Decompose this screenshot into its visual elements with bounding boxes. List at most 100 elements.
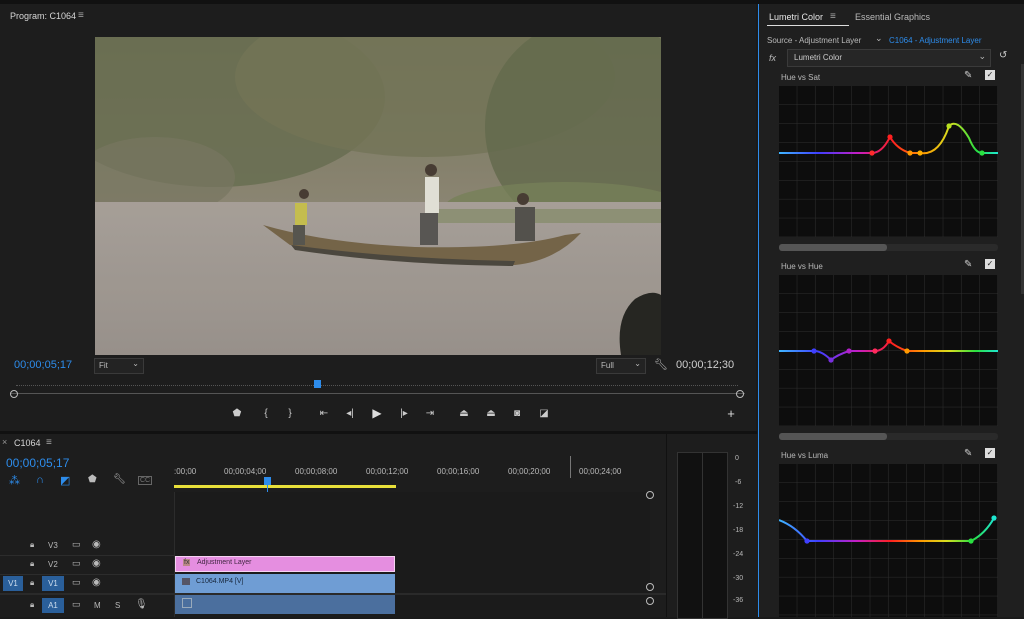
eyedropper-icon[interactable]: ✎ (964, 70, 972, 81)
eye-icon[interactable]: ◉ (92, 558, 101, 569)
lift-icon[interactable]: ⏏ (457, 406, 471, 420)
extract-icon[interactable]: ⏏ (484, 406, 498, 420)
video-clip[interactable]: C1064.MP4 [V] (175, 574, 395, 593)
enable-checkbox[interactable]: ✓ (985, 70, 995, 80)
step-back-icon[interactable]: ◂| (343, 406, 357, 420)
work-area-bar[interactable] (174, 485, 396, 488)
scroll-handle[interactable] (646, 491, 654, 499)
fx-badge-icon: fx (183, 559, 191, 566)
curve-title: Hue vs Hue (781, 262, 823, 271)
hue-vs-hue-graph[interactable] (779, 275, 998, 426)
timeline-tab-title[interactable]: C1064 (14, 438, 41, 448)
sync-lock-icon[interactable]: ▭ (72, 599, 81, 610)
hue-vs-sat-curve[interactable] (779, 86, 998, 237)
curve-scrollbar[interactable] (779, 433, 998, 440)
curve-scrollbar[interactable] (779, 244, 998, 251)
add-marker-icon[interactable]: ⬟ (88, 474, 97, 485)
adjustment-layer-clip[interactable]: fx Adjustment Layer (175, 556, 395, 572)
quality-label: Full (601, 361, 614, 370)
effect-dropdown[interactable]: Lumetri Color ⌄ (787, 49, 991, 67)
ruler-label: :00;00 (174, 467, 197, 476)
enable-checkbox[interactable]: ✓ (985, 259, 995, 269)
program-timecode[interactable]: 00;00;05;17 (14, 359, 72, 371)
playhead-marker[interactable] (314, 380, 321, 388)
program-monitor-panel: Program: C1064 ≡ 00;00;05;17 Fit ⌄ Full … (0, 0, 756, 431)
program-scrubber[interactable] (10, 380, 745, 400)
lumetri-panel: Lumetri Color ≡ Essential Graphics Sourc… (758, 4, 1024, 617)
go-to-in-icon[interactable]: ⇤ (317, 406, 331, 420)
close-icon[interactable]: × (2, 437, 7, 447)
play-icon[interactable]: ▶ (370, 405, 384, 421)
meter-scale-label: -6 (735, 479, 742, 486)
sync-lock-icon[interactable]: ▭ (72, 558, 81, 569)
clip-label: C1064.MP4 [V] (196, 578, 244, 585)
enable-checkbox[interactable]: ✓ (985, 448, 995, 458)
step-forward-icon[interactable]: |▸ (397, 406, 411, 420)
wrench-icon[interactable]: 🔧︎ (113, 474, 126, 485)
hue-vs-hue-curve[interactable] (779, 275, 998, 426)
timeline-timecode[interactable]: 00;00;05;17 (6, 456, 69, 470)
comparison-view-icon[interactable]: ◪ (537, 406, 551, 420)
mark-out-icon[interactable]: } (283, 406, 297, 420)
lock-icon[interactable]: 🔒︎ (30, 540, 34, 550)
go-to-out-icon[interactable]: ⇥ (423, 406, 437, 420)
hue-vs-sat-graph[interactable] (779, 86, 998, 237)
chevron-down-icon[interactable]: ⌄ (875, 33, 883, 44)
tab-essential-graphics[interactable]: Essential Graphics (855, 12, 930, 22)
track-label[interactable]: V1 (42, 576, 64, 591)
chevron-down-icon: ⌄ (132, 359, 139, 368)
quality-dropdown[interactable]: Full ⌄ (596, 358, 646, 374)
scroll-handle[interactable] (646, 583, 654, 591)
time-ruler[interactable]: :00;00 00;00;04;00 00;00;08;00 00;00;12;… (174, 456, 649, 492)
effect-name: Lumetri Color (794, 53, 843, 62)
eye-icon[interactable]: ◉ (92, 577, 101, 588)
reset-icon[interactable]: ↺ (999, 50, 1007, 61)
source-patch-v1[interactable]: V1 (3, 576, 23, 591)
hue-vs-luma-curve[interactable] (779, 464, 998, 617)
lock-icon[interactable]: 🔒︎ (30, 600, 34, 610)
out-point-handle[interactable] (736, 390, 744, 398)
track-label[interactable]: A1 (42, 598, 64, 613)
panel-menu-icon[interactable]: ≡ (78, 10, 84, 21)
mute-button[interactable]: M (94, 601, 101, 610)
snap-icon[interactable]: ∩ (36, 474, 44, 486)
target-clip-label[interactable]: C1064 - Adjustment Layer (889, 36, 982, 45)
in-point-handle[interactable] (10, 390, 18, 398)
timeline-playhead-handle[interactable] (264, 477, 271, 485)
captions-icon[interactable]: CC (138, 476, 153, 485)
sync-lock-icon[interactable]: ▭ (72, 539, 81, 550)
program-monitor-title[interactable]: Program: C1064 (10, 11, 76, 21)
tab-lumetri-color[interactable]: Lumetri Color (769, 12, 823, 22)
insert-nest-icon[interactable]: ⁂ (9, 474, 20, 487)
eyedropper-icon[interactable]: ✎ (964, 448, 972, 459)
add-button-icon[interactable]: + (724, 406, 738, 421)
track-label[interactable]: V3 (48, 541, 58, 550)
lumetri-tab-underline (767, 25, 849, 26)
chevron-down-icon: ⌄ (634, 359, 641, 368)
scroll-handle[interactable] (646, 597, 654, 605)
lock-icon[interactable]: 🔒︎ (30, 578, 34, 588)
ruler-label: 00;00;08;00 (295, 467, 338, 476)
audio-meter-panel: 0 -6 -12 -18 -24 -30 -36 (666, 434, 758, 619)
sync-lock-icon[interactable]: ▭ (72, 577, 81, 588)
lock-icon[interactable]: 🔒︎ (30, 559, 34, 569)
export-frame-icon[interactable]: ◙ (510, 406, 524, 420)
source-label[interactable]: Source - Adjustment Layer (767, 36, 861, 45)
solo-button[interactable]: S (115, 601, 120, 610)
mark-in-icon[interactable]: { (259, 406, 273, 420)
eyedropper-icon[interactable]: ✎ (964, 259, 972, 270)
scrubber-dotted-track (16, 385, 738, 386)
panel-menu-icon[interactable]: ≡ (830, 11, 836, 22)
ruler-label: 00;00;12;00 (366, 467, 409, 476)
top-border (0, 0, 1024, 4)
panel-menu-icon[interactable]: ≡ (46, 437, 52, 448)
linked-selection-icon[interactable]: ◩ (60, 474, 70, 487)
wrench-icon[interactable]: 🔧︎ (654, 358, 668, 371)
track-label[interactable]: V2 (48, 560, 58, 569)
fit-dropdown[interactable]: Fit ⌄ (94, 358, 144, 374)
microphone-icon[interactable]: 🎙︎ (135, 599, 148, 610)
hue-vs-luma-graph[interactable] (779, 464, 998, 617)
add-marker-icon[interactable]: ⬟ (230, 406, 244, 420)
eye-icon[interactable]: ◉ (92, 539, 101, 550)
audio-clip[interactable] (175, 595, 395, 614)
